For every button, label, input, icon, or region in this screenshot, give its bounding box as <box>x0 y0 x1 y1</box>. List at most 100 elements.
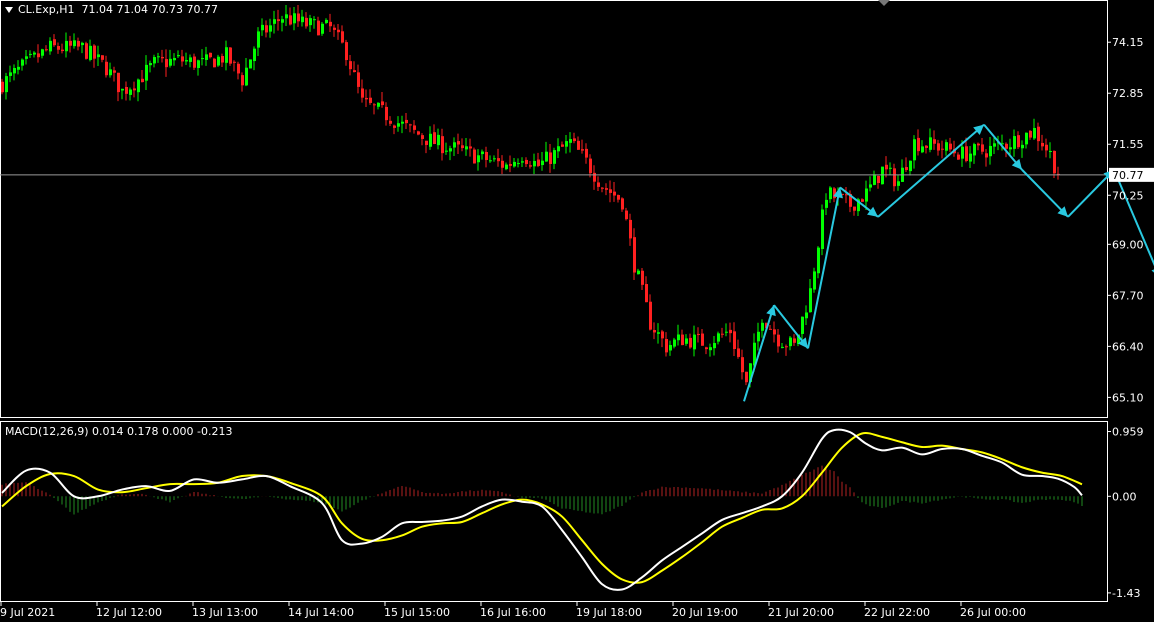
scroll-shift-marker[interactable] <box>878 0 890 6</box>
candle-body <box>613 191 616 196</box>
candle-body <box>657 332 660 334</box>
candle-body <box>197 60 200 69</box>
time-tick-label: 22 Jul 22:00 <box>864 606 930 619</box>
candle-body <box>77 40 80 47</box>
candle-body <box>793 338 796 343</box>
candle-body <box>525 159 528 165</box>
candle-body <box>913 139 916 161</box>
price-tick-label: 74.15 <box>1112 36 1144 49</box>
candle-body <box>1017 135 1020 148</box>
candle-body <box>241 75 244 86</box>
candle-body <box>85 43 88 59</box>
candle-body <box>777 334 780 347</box>
candle-body <box>225 47 228 63</box>
candle-body <box>397 123 400 127</box>
candle-body <box>357 72 360 87</box>
candle-body <box>813 271 816 290</box>
macd-header: MACD(12,26,9) 0.014 0.178 0.000 -0.213 <box>5 425 233 438</box>
candle-body <box>581 149 584 151</box>
price-axis: 74.15 72.85 71.55 70.25 69.00 67.70 66.40 65.10 <box>1107 36 1144 404</box>
candle-body <box>177 55 180 57</box>
time-tick-label: 26 Jul 00:00 <box>960 606 1026 619</box>
candle-body <box>481 151 484 155</box>
time-tick-label: 21 Jul 20:00 <box>768 606 834 619</box>
candle-body <box>881 166 884 185</box>
time-tick-label: 13 Jul 13:00 <box>192 606 258 619</box>
candle-body <box>317 20 320 36</box>
candle-body <box>369 97 372 103</box>
candle-body <box>45 49 48 51</box>
candle-body <box>993 143 996 147</box>
candle-body <box>869 184 872 188</box>
candle-body <box>641 270 644 285</box>
candle-body <box>453 142 456 148</box>
candle-body <box>741 357 744 373</box>
candle-body <box>181 56 184 62</box>
candle-body <box>585 148 588 158</box>
candle-body <box>273 19 276 24</box>
signal-line <box>1 432 1083 584</box>
candle-body <box>597 182 600 187</box>
candle-body <box>1053 150 1056 174</box>
candle-body <box>381 101 384 106</box>
candle-body <box>1033 127 1036 139</box>
candle-body <box>33 52 36 55</box>
candle-body <box>861 199 864 202</box>
candle-body <box>629 219 632 239</box>
candle-body <box>721 333 724 335</box>
candle-body <box>97 54 100 58</box>
candle-body <box>529 165 532 167</box>
candle-body <box>429 133 432 147</box>
candle-body <box>897 181 900 186</box>
candle-body <box>801 316 804 334</box>
candle-body <box>941 148 944 150</box>
candle-body <box>509 164 512 166</box>
time-tick-label: 19 Jul 18:00 <box>576 606 642 619</box>
candle-body <box>313 19 316 21</box>
candle-body <box>1005 143 1008 149</box>
candle-body <box>501 160 504 168</box>
candle-body <box>1025 132 1028 145</box>
current-price-tag: 70.77 <box>1109 167 1154 182</box>
candle-body <box>917 137 920 152</box>
candle-body <box>1029 130 1032 138</box>
candle-body <box>5 76 8 93</box>
candle-body <box>449 148 452 152</box>
candle-body <box>9 72 12 76</box>
candle-body <box>325 19 328 23</box>
wave-arrowhead <box>867 206 878 217</box>
candle-body <box>693 334 696 350</box>
candle-body <box>809 288 812 313</box>
candle-body <box>473 149 476 164</box>
candle-body <box>773 329 776 335</box>
candle-body <box>821 209 824 249</box>
candle-body <box>665 338 668 353</box>
candle-body <box>477 155 480 163</box>
candle-body <box>493 158 496 160</box>
candle-body <box>625 210 628 220</box>
candle-body <box>37 53 40 58</box>
candle-body <box>921 146 924 153</box>
candle-body <box>21 59 24 66</box>
candle-body <box>537 159 540 166</box>
candle-body <box>601 187 604 189</box>
candle-body <box>541 160 544 166</box>
dropdown-triangle-icon[interactable] <box>5 7 13 13</box>
candle-body <box>685 338 688 344</box>
candle-body <box>125 87 128 94</box>
candle-body <box>393 125 396 128</box>
candle-body <box>469 146 472 149</box>
candle-body <box>893 168 896 187</box>
candle-body <box>553 150 556 164</box>
time-tick-label: 14 Jul 14:00 <box>288 606 354 619</box>
candle-body <box>681 334 684 346</box>
candle-body <box>237 63 240 74</box>
candle-body <box>217 56 220 66</box>
macd-tick-label: -1.43 <box>1112 587 1140 600</box>
candle-body <box>161 56 164 59</box>
chart-header: CL.Exp,H1 71.04 71.04 70.73 70.77 <box>5 3 218 16</box>
candle-body <box>533 160 536 167</box>
candle-body <box>489 160 492 162</box>
candle-body <box>269 25 272 32</box>
candle-body <box>873 174 876 185</box>
